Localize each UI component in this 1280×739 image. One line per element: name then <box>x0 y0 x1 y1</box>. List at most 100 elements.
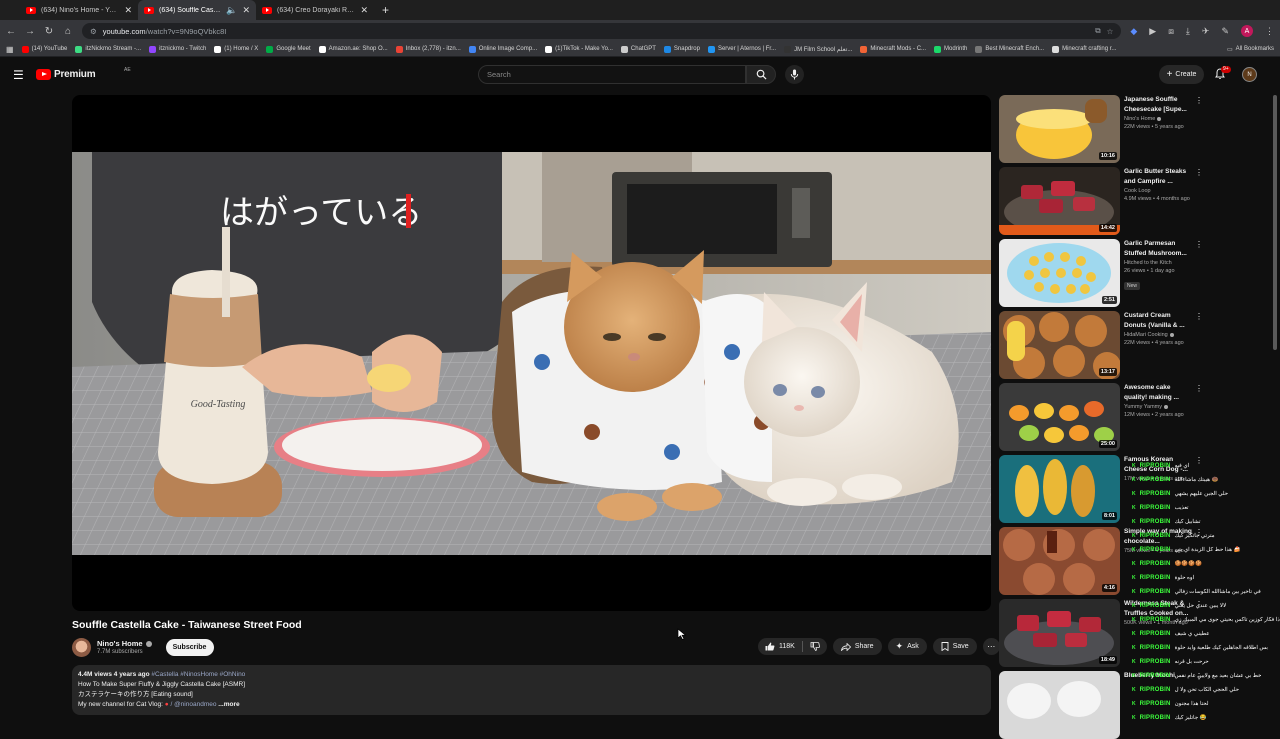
profile-avatar[interactable]: A <box>1241 25 1253 37</box>
more-vertical-icon[interactable]: ⋮ <box>1195 97 1203 105</box>
bookmark-item[interactable]: Google Meet <box>266 45 311 53</box>
close-tab-icon[interactable]: ✕ <box>242 5 250 16</box>
reload-icon[interactable]: ↻ <box>44 26 54 37</box>
forward-arrow-icon[interactable]: → <box>25 26 35 37</box>
scrollbar[interactable] <box>1273 95 1277 350</box>
recommended-title[interactable]: Custard Cream Donuts (Vanilla & ... <box>1124 311 1192 330</box>
ask-button[interactable]: ✦ Ask <box>887 638 927 655</box>
recommended-channel[interactable]: Yummy Yammy <box>1124 404 1162 410</box>
recommended-channel[interactable]: HidaMari Cooking <box>1124 332 1168 338</box>
chat-text: بس اطلاقه الجاهلين كيك طلعية وايد حلوة <box>1174 645 1268 651</box>
description-line: カステラケーキの作り方 [Eating sound] <box>78 691 193 698</box>
more-vertical-icon[interactable]: ⋮ <box>1195 385 1203 393</box>
subscribe-label: Subscribe <box>172 643 207 651</box>
bookmark-item[interactable]: Inbox (2,778) - itzn... <box>395 45 461 53</box>
recommended-meta: 12M views • 2 years ago <box>1124 412 1184 418</box>
search-input[interactable]: Search <box>478 65 746 84</box>
all-bookmarks-button[interactable]: ▭ All Bookmarks <box>1227 46 1274 53</box>
chat-username: RIPROBIN <box>1139 687 1171 693</box>
video-thumbnail[interactable]: 18:49 <box>999 599 1120 667</box>
youtube-premium-logo[interactable]: Premium AE <box>36 67 131 80</box>
recommended-video[interactable]: 25:00 Awesome cake quality! making ... Yum… <box>999 383 1269 451</box>
bookmark-item[interactable]: Minecraft Mods - C... <box>860 45 926 53</box>
recommended-title[interactable]: Garlic Butter Steaks and Campfire ... <box>1124 167 1192 186</box>
bookmark-item[interactable]: itznickmo - Twitch <box>149 45 206 53</box>
bookmark-item[interactable]: Modrinth <box>934 45 967 53</box>
recommended-title[interactable]: Japanese Souffle Cheesecake [Supe... <box>1124 95 1192 114</box>
more-vertical-icon[interactable]: ⋮ <box>1195 169 1203 177</box>
apps-grid-icon[interactable]: ▦ <box>6 45 14 54</box>
video-thumbnail[interactable]: 2:51 <box>999 239 1120 307</box>
video-thumbnail[interactable]: 10:16 <box>999 95 1120 163</box>
bookmark-item[interactable]: Minecraft crafting r... <box>1052 45 1116 53</box>
user-avatar[interactable]: N <box>1242 67 1257 82</box>
more-actions-button[interactable]: ⋯ <box>982 638 1000 655</box>
edit-extension-icon[interactable]: ✎ <box>1221 26 1229 37</box>
subscribe-button[interactable]: Subscribe <box>165 638 214 656</box>
bookmark-item[interactable]: itzNickmo Stream -... <box>75 45 141 53</box>
hamburger-menu-icon[interactable]: ☰ <box>13 69 24 81</box>
bookmark-star-icon[interactable]: ☆ <box>1107 27 1114 36</box>
install-app-icon[interactable]: ⧉ <box>1095 26 1100 36</box>
rocket-extension-icon[interactable]: ✈ <box>1202 26 1210 37</box>
video-thumbnail[interactable]: 4:16 <box>999 527 1120 595</box>
more-vertical-icon[interactable]: ⋮ <box>1195 241 1203 249</box>
video-thumbnail[interactable]: 8:01 <box>999 455 1120 523</box>
video-description[interactable]: 4.4M views 4 years ago #Castella #NinosH… <box>72 665 991 715</box>
bookmark-item[interactable]: Amazon.ae: Shop O... <box>318 45 388 53</box>
home-icon[interactable]: ⌂ <box>63 26 73 37</box>
bookmark-item[interactable]: (1) Home / X <box>214 45 258 53</box>
recommended-title[interactable]: Garlic Parmesan Stuffed Mushroom... <box>1124 239 1192 258</box>
extensions-puzzle-icon[interactable]: ⧈ <box>1168 26 1174 37</box>
recommended-channel[interactable]: Cook Loop <box>1124 188 1151 194</box>
close-tab-icon[interactable]: ✕ <box>124 5 132 16</box>
share-button[interactable]: Share <box>832 638 882 655</box>
recommended-video[interactable]: 13:17 Custard Cream Donuts (Vanilla & ...… <box>999 311 1269 379</box>
new-tab-button[interactable]: + <box>374 0 397 20</box>
bookmark-item[interactable]: JM Film School تعلم... <box>784 45 852 53</box>
browser-tab-active[interactable]: (634) Souffle Castella Cake 🔈 ✕ <box>138 0 256 20</box>
extension-icon[interactable]: ◆ <box>1130 26 1137 37</box>
speaker-icon[interactable]: 🔈 <box>226 5 237 16</box>
bookmark-item[interactable]: (14) YouTube <box>21 45 67 53</box>
site-info-icon[interactable]: ⚙ <box>90 27 97 36</box>
bookmark-item[interactable]: Snapdrop <box>663 45 700 53</box>
recommended-title[interactable]: Awesome cake quality! making ... <box>1124 383 1192 402</box>
video-thumbnail[interactable]: 13:17 <box>999 311 1120 379</box>
video-player[interactable]: Good-Tasting はがっている <box>72 95 991 611</box>
save-button[interactable]: Save <box>932 638 977 655</box>
bookmark-item[interactable]: ChatGPT <box>620 45 656 53</box>
video-thumbnail[interactable]: 14:42 <box>999 167 1120 235</box>
bookmark-item[interactable]: Online Image Comp... <box>468 45 537 53</box>
search-button[interactable] <box>746 65 776 84</box>
video-thumbnail[interactable]: 25:00 <box>999 383 1120 451</box>
recommended-channel[interactable]: Hitched to the Kitch <box>1124 260 1172 266</box>
create-button[interactable]: + Create <box>1159 65 1204 84</box>
bookmark-item[interactable]: Best Minecraft Ench... <box>975 45 1044 53</box>
recommended-video[interactable]: 2:51 Garlic Parmesan Stuffed Mushroom... H… <box>999 239 1269 307</box>
browser-tab[interactable]: (634) Nino's Home - YouTube ✕ <box>20 0 138 20</box>
description-link[interactable]: / @ninoandmeo <box>170 701 216 708</box>
bookmark-item[interactable]: (1)TikTok - Make Yo... <box>545 45 613 53</box>
hashtags[interactable]: #Castella #NinosHome #OhNino <box>151 671 245 678</box>
voice-search-button[interactable] <box>785 65 804 84</box>
browser-tab[interactable]: (634) Creo Dorayaki Recipe - J ✕ <box>256 0 374 20</box>
downloads-icon[interactable]: ⤓ <box>1186 26 1190 37</box>
like-button[interactable]: 118K <box>758 638 802 655</box>
channel-avatar[interactable] <box>72 637 91 657</box>
video-thumbnail[interactable] <box>999 671 1120 739</box>
more-vertical-icon[interactable]: ⋮ <box>1195 313 1203 321</box>
recommended-video[interactable]: 10:16 Japanese Souffle Cheesecake [Supe..… <box>999 95 1269 163</box>
show-more-link[interactable]: ...more <box>218 701 239 708</box>
video-owner-row: Nino's Home 7.7M subscribers Subscribe <box>72 637 214 657</box>
url-field[interactable]: ⚙ youtube.com/watch?v=9N9oQVbkc8I ⧉ ☆ <box>82 23 1122 39</box>
back-arrow-icon[interactable]: ← <box>6 26 16 37</box>
close-tab-icon[interactable]: ✕ <box>360 5 368 16</box>
browser-menu-icon[interactable]: ⋮ <box>1265 26 1274 37</box>
play-extension-icon[interactable]: ▶ <box>1149 26 1156 37</box>
channel-name[interactable]: Nino's Home <box>97 639 152 648</box>
dislike-button[interactable] <box>803 638 827 655</box>
recommended-video[interactable]: 14:42 Garlic Butter Steaks and Campfire .… <box>999 167 1269 235</box>
recommended-channel[interactable]: Nino's Home <box>1124 116 1155 122</box>
bookmark-item[interactable]: Server | Aternos | Fr... <box>707 45 776 53</box>
